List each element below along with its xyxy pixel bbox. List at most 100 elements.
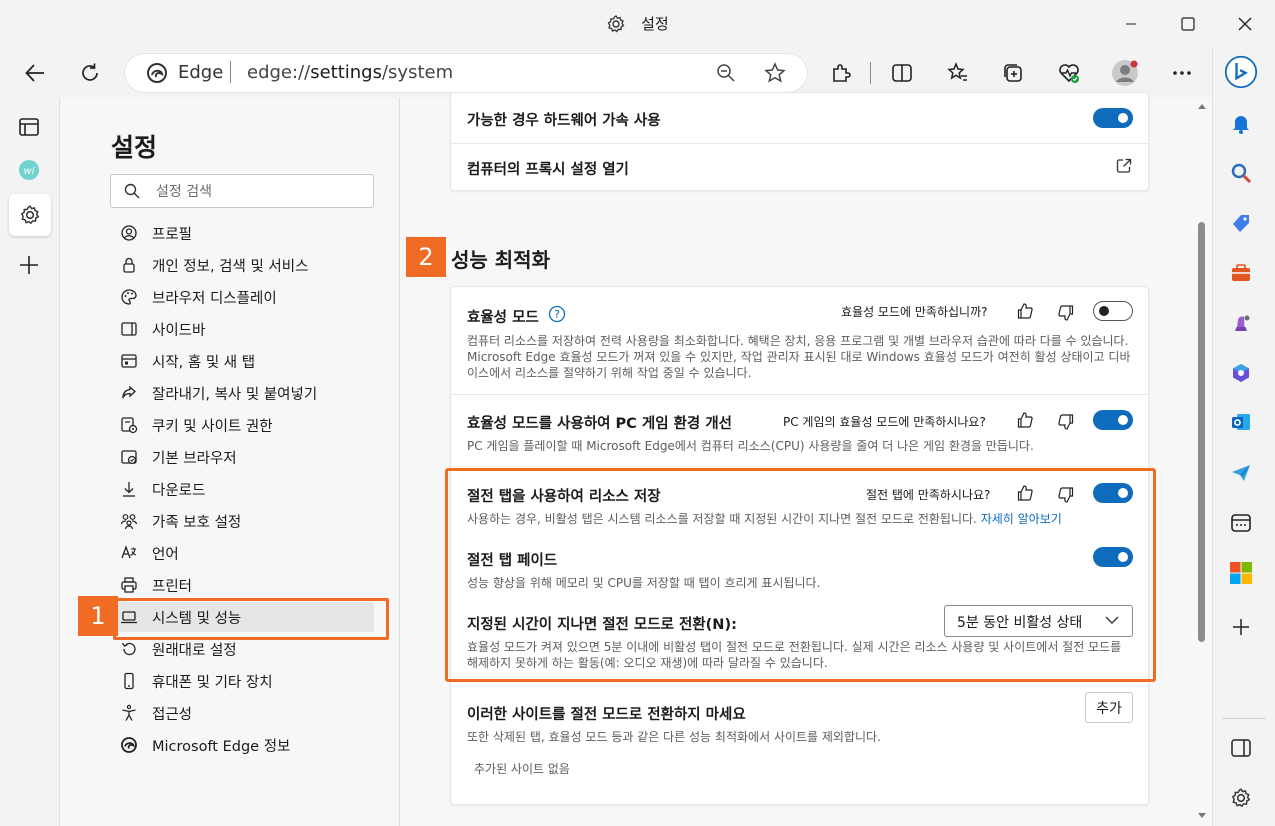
address-brand: Edge bbox=[178, 62, 224, 83]
sidebar-settings-gear-icon[interactable] bbox=[1224, 781, 1258, 815]
split-screen-icon[interactable] bbox=[884, 55, 920, 91]
more-icon[interactable] bbox=[1164, 55, 1200, 91]
nav-item-label: 기본 브라우저 bbox=[152, 450, 237, 467]
new-tab-icon[interactable] bbox=[19, 255, 39, 275]
address-url[interactable]: edge://settings/system bbox=[247, 62, 453, 83]
favorite-star-icon[interactable] bbox=[757, 55, 793, 91]
annotation-highlight-nav bbox=[113, 598, 389, 640]
url-suffix: /system bbox=[381, 62, 454, 83]
nav-item-download[interactable]: 다운로드 bbox=[114, 474, 374, 504]
nav-item-cookie[interactable]: 쿠키 및 사이트 권한 bbox=[114, 410, 374, 440]
shopping-tag-icon[interactable] bbox=[1224, 206, 1258, 240]
download-icon bbox=[114, 480, 152, 498]
outlook-icon[interactable] bbox=[1224, 405, 1258, 439]
nav-item-phone[interactable]: 휴대폰 및 기타 장치 bbox=[114, 666, 374, 696]
nav-item-browser[interactable]: 기본 브라우저 bbox=[114, 442, 374, 472]
add-sidebar-app-icon[interactable] bbox=[1224, 610, 1258, 644]
search-icon bbox=[124, 183, 140, 199]
thumbs-up-icon[interactable] bbox=[1016, 411, 1034, 429]
search-placeholder: 설정 검색 bbox=[156, 184, 212, 200]
favorites-icon[interactable] bbox=[940, 55, 976, 91]
office-logo-icon[interactable] bbox=[1224, 556, 1258, 590]
settings-title: 설정 bbox=[111, 133, 158, 162]
browser-essentials-icon[interactable] bbox=[1051, 55, 1087, 91]
hw-accel-title: 가능한 경우 하드웨어 가속 사용 bbox=[467, 113, 661, 129]
thumbs-down-icon[interactable] bbox=[1057, 413, 1075, 431]
nav-item-label: 원래대로 설정 bbox=[152, 642, 237, 659]
nav-item-lock[interactable]: 개인 정보, 검색 및 서비스 bbox=[114, 250, 374, 280]
never-sleep-desc: 또한 삭제된 탭, 효율성 모드 등과 같은 다른 성능 최적화에서 사이트를 … bbox=[467, 730, 881, 744]
gaming-desc: PC 게임을 플레이할 때 Microsoft Edge에서 컴퓨터 리소스(C… bbox=[467, 439, 1034, 453]
microsoft-365-icon[interactable] bbox=[1224, 356, 1258, 390]
annotation-badge-1: 1 bbox=[78, 596, 118, 636]
toolbar-separator bbox=[870, 62, 871, 84]
tab-actions-icon[interactable] bbox=[18, 116, 40, 138]
annotation-badge-2: 2 bbox=[406, 237, 446, 277]
sidebar-divider bbox=[1222, 718, 1266, 719]
games-chess-icon[interactable] bbox=[1224, 306, 1258, 340]
nav-item-edge[interactable]: Microsoft Edge 정보 bbox=[114, 730, 374, 760]
efficiency-title: 효율성 모드 bbox=[467, 310, 539, 326]
settings-search-input[interactable] bbox=[110, 174, 374, 208]
thumbs-down-icon[interactable] bbox=[1057, 304, 1075, 322]
drop-icon[interactable] bbox=[1224, 506, 1258, 540]
nav-item-label: Microsoft Edge 정보 bbox=[152, 738, 291, 755]
gaming-toggle[interactable] bbox=[1093, 410, 1133, 430]
notification-bell-icon[interactable] bbox=[1224, 107, 1258, 141]
help-icon[interactable]: ? bbox=[548, 305, 566, 323]
nav-item-share[interactable]: 잘라내기, 복사 및 붙여넣기 bbox=[114, 378, 374, 408]
nav-item-accessibility[interactable]: 접근성 bbox=[114, 698, 374, 728]
nav-item-label: 시작, 홈 및 새 탭 bbox=[152, 354, 256, 371]
scroll-up-icon[interactable] bbox=[1197, 102, 1207, 110]
nav-item-label: 브라우저 디스플레이 bbox=[152, 290, 277, 307]
window-title-text: 설정 bbox=[641, 15, 669, 33]
external-link-icon[interactable] bbox=[1116, 158, 1132, 174]
reset-icon bbox=[114, 640, 152, 658]
back-button[interactable] bbox=[17, 55, 53, 91]
language-icon bbox=[114, 544, 152, 562]
printer-icon bbox=[114, 576, 152, 594]
add-site-button[interactable]: 추가 bbox=[1085, 692, 1133, 723]
profile-icon bbox=[114, 224, 152, 242]
search-sidebar-icon[interactable] bbox=[1224, 156, 1258, 190]
extensions-icon[interactable] bbox=[823, 55, 859, 91]
scroll-thumb[interactable] bbox=[1198, 222, 1205, 642]
refresh-button[interactable] bbox=[72, 55, 108, 91]
hide-sidebar-icon[interactable] bbox=[1224, 731, 1258, 765]
edge-icon bbox=[114, 736, 152, 754]
nav-item-home[interactable]: 시작, 홈 및 새 탭 bbox=[114, 346, 374, 376]
collections-icon[interactable] bbox=[995, 55, 1031, 91]
gear-icon bbox=[606, 14, 626, 34]
url-prefix: edge:// bbox=[247, 62, 311, 83]
close-button[interactable] bbox=[1222, 8, 1268, 40]
scroll-down-icon[interactable] bbox=[1197, 812, 1207, 820]
nav-item-language[interactable]: 언어 bbox=[114, 538, 374, 568]
nav-item-label: 개인 정보, 검색 및 서비스 bbox=[152, 258, 309, 275]
nav-item-printer[interactable]: 프린터 bbox=[114, 570, 374, 600]
settings-tab-icon[interactable] bbox=[9, 194, 51, 236]
nav-item-palette[interactable]: 브라우저 디스플레이 bbox=[114, 282, 374, 312]
nav-item-sidebar[interactable]: 사이드바 bbox=[114, 314, 374, 344]
copilot-icon[interactable] bbox=[1224, 55, 1258, 89]
minimize-button[interactable] bbox=[1108, 8, 1154, 40]
send-paper-plane-icon[interactable] bbox=[1224, 456, 1258, 490]
annotation-highlight-sleeping bbox=[445, 468, 1156, 682]
address-bar[interactable] bbox=[125, 54, 807, 92]
zoom-out-icon[interactable] bbox=[708, 55, 744, 91]
efficiency-toggle[interactable] bbox=[1093, 301, 1133, 321]
address-separator bbox=[230, 61, 231, 83]
wi-tab-icon[interactable]: wi bbox=[18, 159, 40, 181]
lock-icon bbox=[114, 256, 152, 274]
divider bbox=[451, 143, 1148, 144]
url-main: settings bbox=[310, 62, 382, 83]
nav-item-profile[interactable]: 프로필 bbox=[114, 218, 374, 248]
nav-item-family[interactable]: 가족 보호 설정 bbox=[114, 506, 374, 536]
thumbs-up-icon[interactable] bbox=[1016, 302, 1034, 320]
no-sites-text: 추가된 사이트 없음 bbox=[474, 762, 570, 776]
tools-briefcase-icon[interactable] bbox=[1224, 256, 1258, 290]
maximize-button[interactable] bbox=[1165, 8, 1211, 40]
hw-accel-toggle[interactable] bbox=[1093, 108, 1133, 128]
avatar[interactable] bbox=[1107, 55, 1143, 91]
nav-item-label: 접근성 bbox=[152, 706, 193, 723]
nav-item-label: 잘라내기, 복사 및 붙여넣기 bbox=[152, 386, 318, 403]
